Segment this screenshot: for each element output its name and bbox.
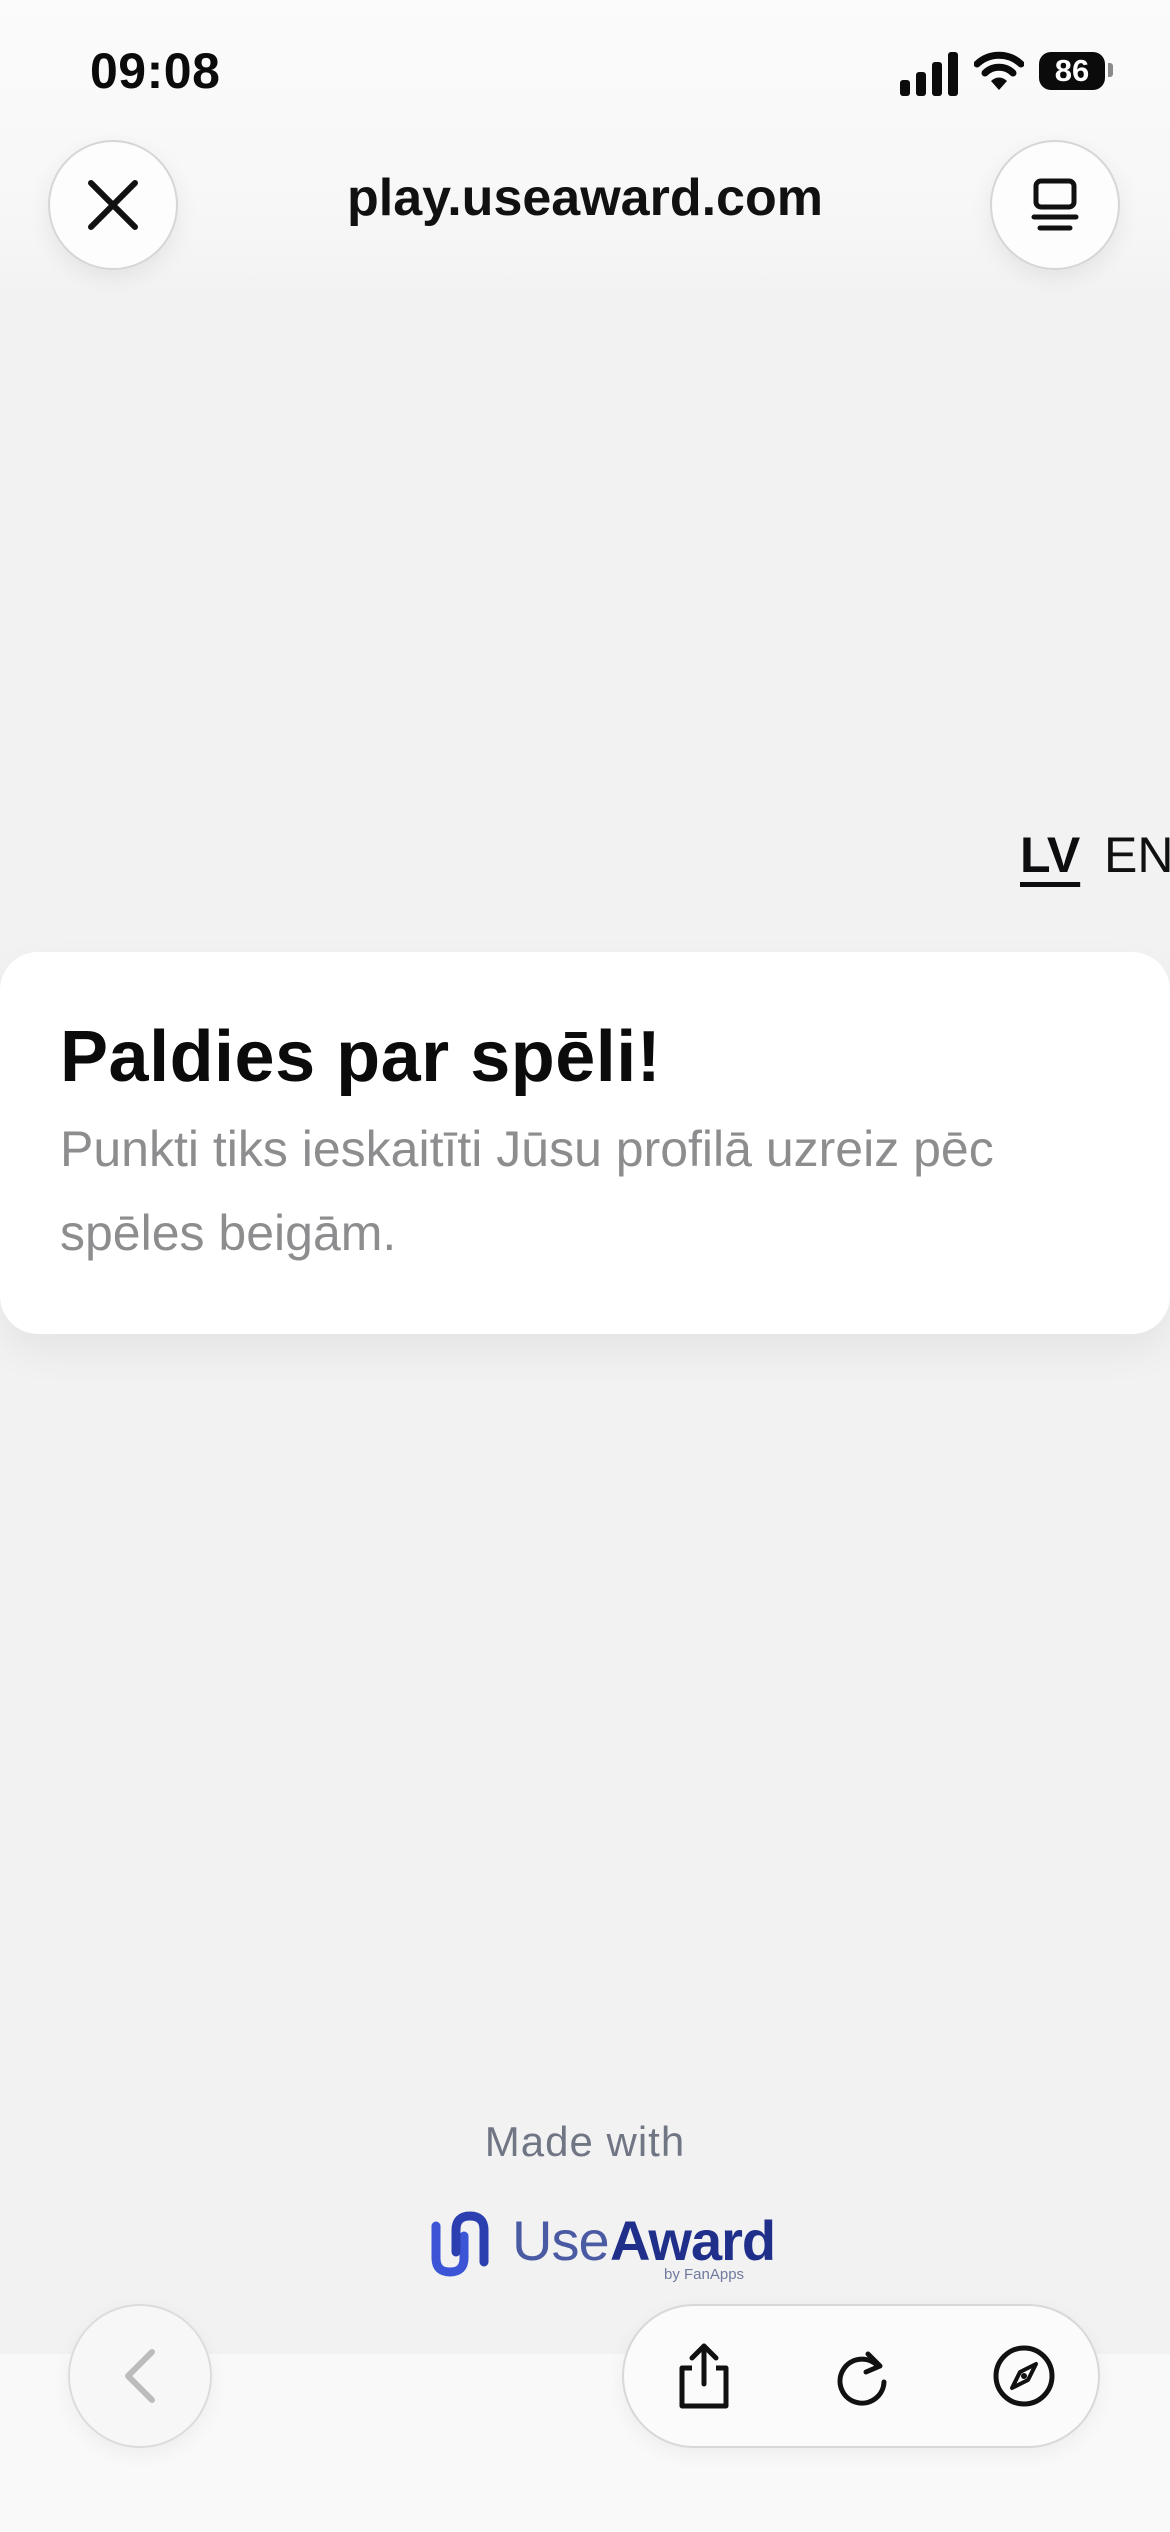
close-button[interactable] bbox=[48, 140, 178, 270]
useaward-mark-icon bbox=[431, 2211, 489, 2277]
language-option-en[interactable]: EN bbox=[1104, 826, 1170, 884]
brand-text-award: Award bbox=[610, 2209, 776, 2272]
wifi-icon bbox=[973, 48, 1025, 92]
tab-overview-button[interactable] bbox=[990, 140, 1120, 270]
brand-byline: by FanApps bbox=[664, 2266, 745, 2283]
share-button[interactable] bbox=[666, 2338, 742, 2414]
made-with-label: Made with bbox=[484, 2118, 686, 2165]
card-title: Paldies par spēli! bbox=[60, 1017, 662, 1097]
address-bar-url[interactable]: play.useaward.com bbox=[285, 168, 885, 228]
battery-icon: 86 bbox=[1039, 52, 1105, 90]
browser-actions bbox=[622, 2304, 1100, 2448]
brand-text-use: Use bbox=[512, 2209, 610, 2272]
reload-icon bbox=[837, 2351, 887, 2406]
thank-you-card: Paldies par spēli! Punkti tiks ieskaitīt… bbox=[0, 952, 1170, 1334]
share-icon bbox=[679, 2343, 729, 2409]
card-message: Punkti tiks ieskaitīti Jūsu profilā uzre… bbox=[60, 1121, 994, 1261]
cellular-signal-icon bbox=[900, 48, 960, 96]
back-chevron-icon bbox=[125, 2349, 155, 2403]
tab-overview-icon bbox=[1031, 178, 1079, 231]
close-icon bbox=[88, 180, 138, 230]
language-option-lv[interactable]: LV bbox=[1020, 826, 1080, 884]
reload-button[interactable] bbox=[824, 2338, 900, 2414]
status-time: 09:08 bbox=[90, 43, 221, 99]
useaward-logo[interactable]: Use Award by FanApps bbox=[424, 2206, 776, 2286]
back-button[interactable] bbox=[68, 2304, 212, 2448]
open-in-browser-button[interactable] bbox=[986, 2338, 1062, 2414]
compass-icon bbox=[993, 2345, 1055, 2407]
battery-tip bbox=[1108, 63, 1113, 77]
